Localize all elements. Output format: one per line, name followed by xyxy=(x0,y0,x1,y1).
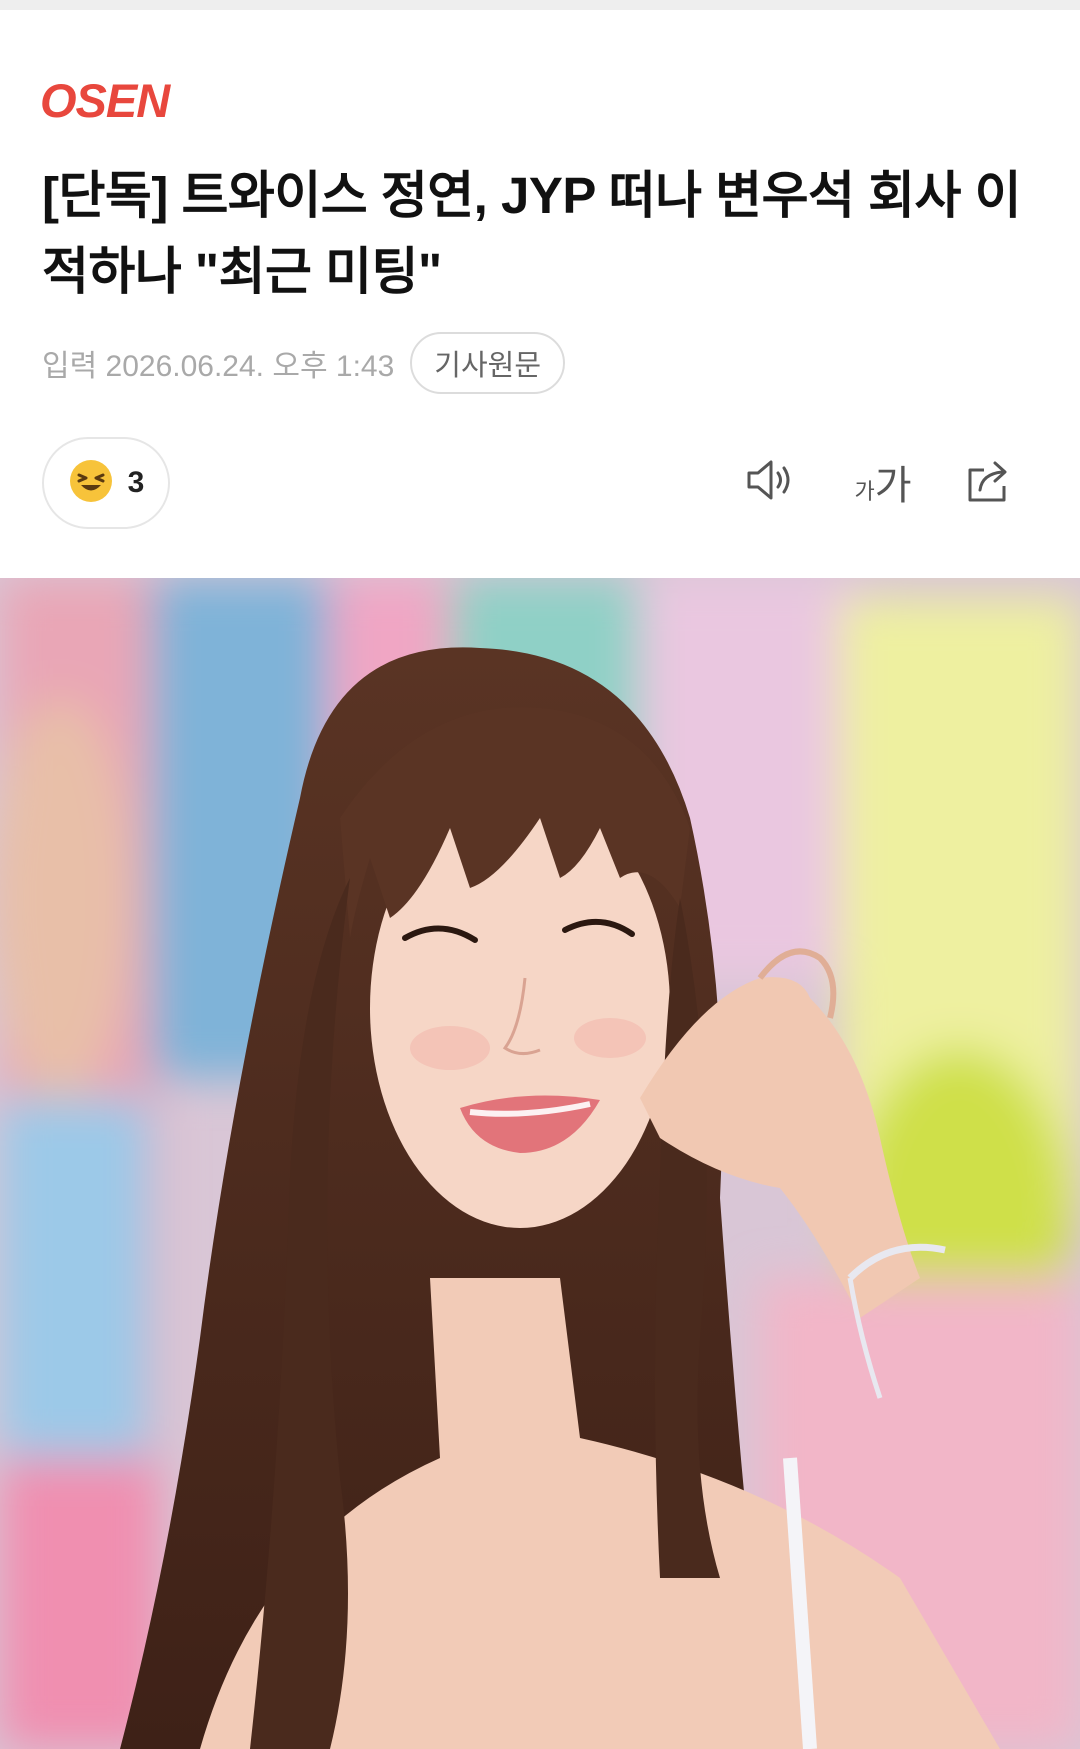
original-article-label: 기사원문 xyxy=(434,350,542,382)
article-title: [단독] 트와이스 정연, JYP 떠나 변우석 회사 이적하나 "최근 미팅" xyxy=(42,167,1022,300)
font-size-button[interactable]: 가 가 xyxy=(848,452,918,512)
article-photo xyxy=(0,578,1080,1749)
osen-logo[interactable]: OSEN xyxy=(40,74,170,128)
tts-button[interactable] xyxy=(742,452,802,512)
original-article-button[interactable]: 기사원문 xyxy=(410,332,566,394)
reaction-count: 3 xyxy=(127,466,145,499)
font-size-icon: 가 가 xyxy=(854,453,911,511)
share-button[interactable] xyxy=(960,452,1020,512)
speaker-icon xyxy=(745,456,799,509)
logo-text: OSEN xyxy=(40,74,170,127)
article-meta: 입력 2026.06.24. 오후 1:43 기사원문 xyxy=(42,330,566,396)
font-big-glyph: 가 xyxy=(874,464,912,508)
publish-date: 입력 2026.06.24. 오후 1:43 xyxy=(42,350,395,383)
laughing-face-icon xyxy=(68,458,114,509)
reaction-button[interactable]: 3 xyxy=(42,437,170,529)
status-bar-strip xyxy=(0,0,1080,10)
share-icon xyxy=(964,456,1016,509)
font-small-glyph: 가 xyxy=(854,479,875,504)
